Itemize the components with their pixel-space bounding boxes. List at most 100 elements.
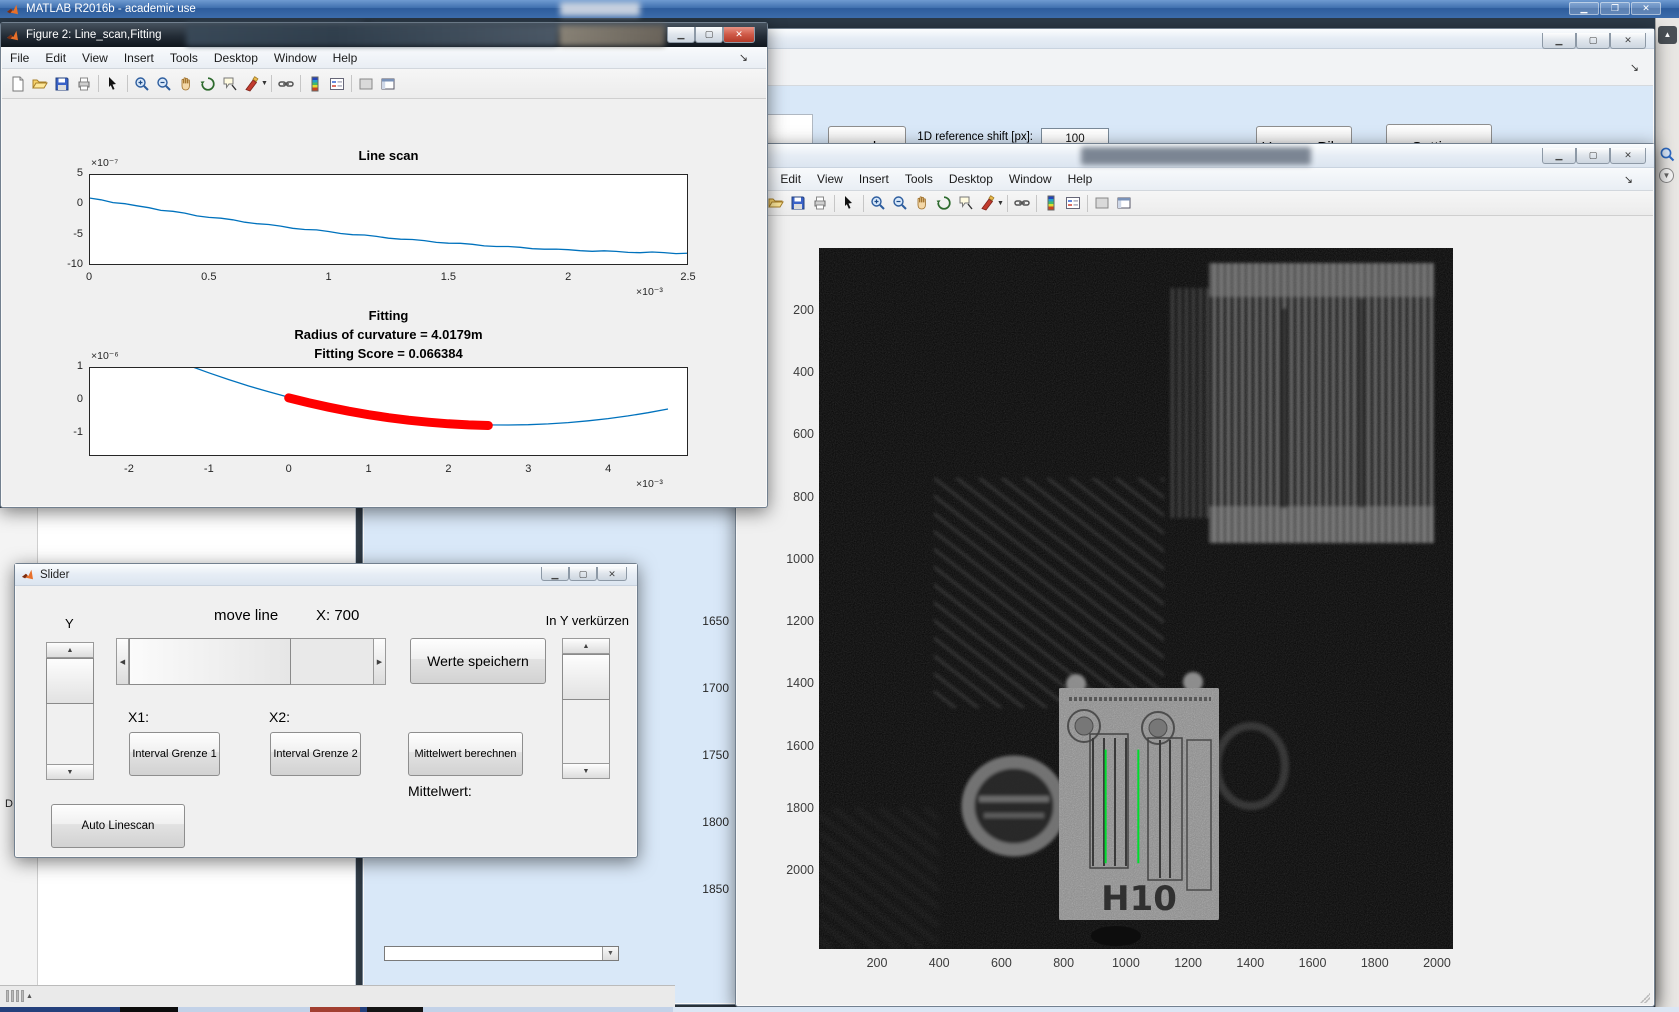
dropdown-arrow-icon[interactable]: ▼ xyxy=(602,947,618,960)
insert-legend-icon[interactable] xyxy=(326,74,348,94)
zoom-out-icon[interactable] xyxy=(153,74,175,94)
hide-plot-tools-icon[interactable] xyxy=(355,74,377,94)
brush-dropdown-icon[interactable]: ▼ xyxy=(997,200,1004,207)
link-plots-icon[interactable] xyxy=(1011,193,1033,213)
edit-cursor-icon[interactable] xyxy=(102,74,124,94)
slider-minimize-button[interactable]: ▁ xyxy=(541,567,569,581)
pan-hand-icon[interactable] xyxy=(911,193,933,213)
main-maximize-button[interactable]: ❐ xyxy=(1600,2,1630,15)
figure2-menu-edit[interactable]: Edit xyxy=(37,51,74,65)
slider-down-arrow-icon[interactable]: ▼ xyxy=(562,763,610,779)
figure2-minimize-button[interactable]: ▁ xyxy=(667,27,695,43)
open-file-icon[interactable] xyxy=(765,193,787,213)
zoom-out-icon[interactable] xyxy=(889,193,911,213)
auto-linescan-button[interactable]: Auto Linescan xyxy=(51,804,185,848)
figure-d-menu-view[interactable]: View xyxy=(809,172,851,186)
figure-d-window-buttons: ▁ ▢ ✕ xyxy=(1542,148,1646,164)
slider-right-arrow-icon[interactable]: ▶ xyxy=(373,638,386,685)
slider-up-arrow-icon[interactable]: ▲ xyxy=(562,638,610,654)
interval-limit-2-button[interactable]: Interval Grenze 2 xyxy=(270,732,361,776)
gui-maximize-button[interactable]: ▢ xyxy=(1576,33,1610,49)
show-plot-tools-icon[interactable] xyxy=(377,74,399,94)
plot2-xtick-0: -2 xyxy=(124,463,134,475)
figure2-close-button[interactable]: ✕ xyxy=(723,27,755,43)
save-figure-icon[interactable] xyxy=(787,193,809,213)
figure2-menu-insert[interactable]: Insert xyxy=(116,51,162,65)
panel-grip-handle[interactable]: ▲ xyxy=(6,990,33,1002)
figure2-menu-view[interactable]: View xyxy=(74,51,116,65)
print-figure-icon[interactable] xyxy=(73,74,95,94)
insert-legend-icon[interactable] xyxy=(1062,193,1084,213)
show-plot-tools-icon[interactable] xyxy=(1113,193,1135,213)
figure-d-maximize-button[interactable]: ▢ xyxy=(1576,148,1610,164)
figure-d-menu-window[interactable]: Window xyxy=(1001,172,1060,186)
zoom-in-icon[interactable] xyxy=(867,193,889,213)
data-cursor-icon[interactable] xyxy=(955,193,977,213)
brush-dropdown-icon[interactable]: ▼ xyxy=(261,80,268,87)
insert-colorbar-icon[interactable] xyxy=(1040,193,1062,213)
figure2-maximize-button[interactable]: ▢ xyxy=(695,27,723,43)
data-cursor-icon[interactable] xyxy=(219,74,241,94)
resize-grip[interactable] xyxy=(1640,993,1650,1003)
toolbar-separator xyxy=(350,75,352,92)
dock-figure-icon[interactable]: ↘ xyxy=(1630,61,1639,74)
figure2-menu-desktop[interactable]: Desktop xyxy=(206,51,266,65)
gui-close-button[interactable]: ✕ xyxy=(1610,33,1646,49)
search-icon[interactable] xyxy=(1659,146,1676,163)
move-line-slider[interactable]: ◀ ▶ xyxy=(116,638,386,685)
figure-d-menu-help[interactable]: Help xyxy=(1060,172,1101,186)
print-figure-icon[interactable] xyxy=(809,193,831,213)
rotate-3d-icon[interactable] xyxy=(197,74,219,94)
collapse-ribbon-icon[interactable]: ▲ xyxy=(1658,26,1677,44)
figure-d-menu-desktop[interactable]: Desktop xyxy=(941,172,1001,186)
plot2-axes[interactable] xyxy=(89,366,688,456)
slider-down-arrow-icon[interactable]: ▼ xyxy=(46,764,94,780)
figure2-menu-file[interactable]: File xyxy=(2,51,37,65)
dock-figure-icon[interactable]: ↘ xyxy=(731,51,756,64)
open-file-icon[interactable] xyxy=(29,74,51,94)
new-file-icon[interactable] xyxy=(7,74,29,94)
main-title-bar[interactable]: MATLAB R2016b - academic use ▁ ❐ ✕ xyxy=(0,0,1679,18)
slider-thumb[interactable] xyxy=(46,658,94,704)
gui-dropdown[interactable]: ▼ xyxy=(384,946,619,961)
figure-d-minimize-button[interactable]: ▁ xyxy=(1542,148,1576,164)
y-slider[interactable]: ▲ ▼ xyxy=(46,642,94,780)
figure-d-menu-insert[interactable]: Insert xyxy=(851,172,897,186)
brush-data-icon[interactable] xyxy=(977,193,999,213)
figure-d-menu-tools[interactable]: Tools xyxy=(897,172,941,186)
main-minimize-button[interactable]: ▁ xyxy=(1569,2,1599,15)
hide-plot-tools-icon[interactable] xyxy=(1091,193,1113,213)
slider-close-button[interactable]: ✕ xyxy=(597,567,627,581)
slider-thumb[interactable] xyxy=(129,638,291,685)
figure2-menu-help[interactable]: Help xyxy=(325,51,366,65)
gui-minimize-button[interactable]: ▁ xyxy=(1542,33,1576,49)
figure2-menu-tools[interactable]: Tools xyxy=(162,51,206,65)
plot1-axes[interactable] xyxy=(88,174,689,265)
slider-thumb[interactable] xyxy=(562,654,610,700)
wrapped-phase-image[interactable]: H10 xyxy=(819,248,1453,949)
link-plots-icon[interactable] xyxy=(275,74,297,94)
windows-taskbar[interactable] xyxy=(0,1007,1679,1012)
shorten-y-slider[interactable]: ▲ ▼ xyxy=(562,638,610,779)
slider-left-arrow-icon[interactable]: ◀ xyxy=(116,638,129,685)
figure-d-menu-edit[interactable]: Edit xyxy=(772,172,809,186)
image-xtick-8: 1800 xyxy=(1360,956,1389,970)
insert-colorbar-icon[interactable] xyxy=(304,74,326,94)
save-values-button[interactable]: Werte speichern xyxy=(410,638,546,684)
rotate-3d-icon[interactable] xyxy=(933,193,955,213)
slider-up-arrow-icon[interactable]: ▲ xyxy=(46,642,94,658)
edit-cursor-icon[interactable] xyxy=(838,193,860,213)
zoom-in-icon[interactable] xyxy=(131,74,153,94)
calculate-mean-button[interactable]: Mittelwert berechnen xyxy=(408,732,523,776)
chevron-down-icon[interactable]: ▼ xyxy=(1659,168,1674,183)
main-close-button[interactable]: ✕ xyxy=(1631,2,1661,15)
pan-hand-icon[interactable] xyxy=(175,74,197,94)
save-figure-icon[interactable] xyxy=(51,74,73,94)
figure2-menu-window[interactable]: Window xyxy=(266,51,325,65)
dock-figure-icon[interactable]: ↘ xyxy=(1616,173,1641,186)
brush-data-icon[interactable] xyxy=(241,74,263,94)
slider-maximize-button[interactable]: ▢ xyxy=(569,567,597,581)
image-xtick-6: 1400 xyxy=(1236,956,1265,970)
interval-limit-1-button[interactable]: Interval Grenze 1 xyxy=(129,732,220,776)
figure-d-close-button[interactable]: ✕ xyxy=(1610,148,1646,164)
